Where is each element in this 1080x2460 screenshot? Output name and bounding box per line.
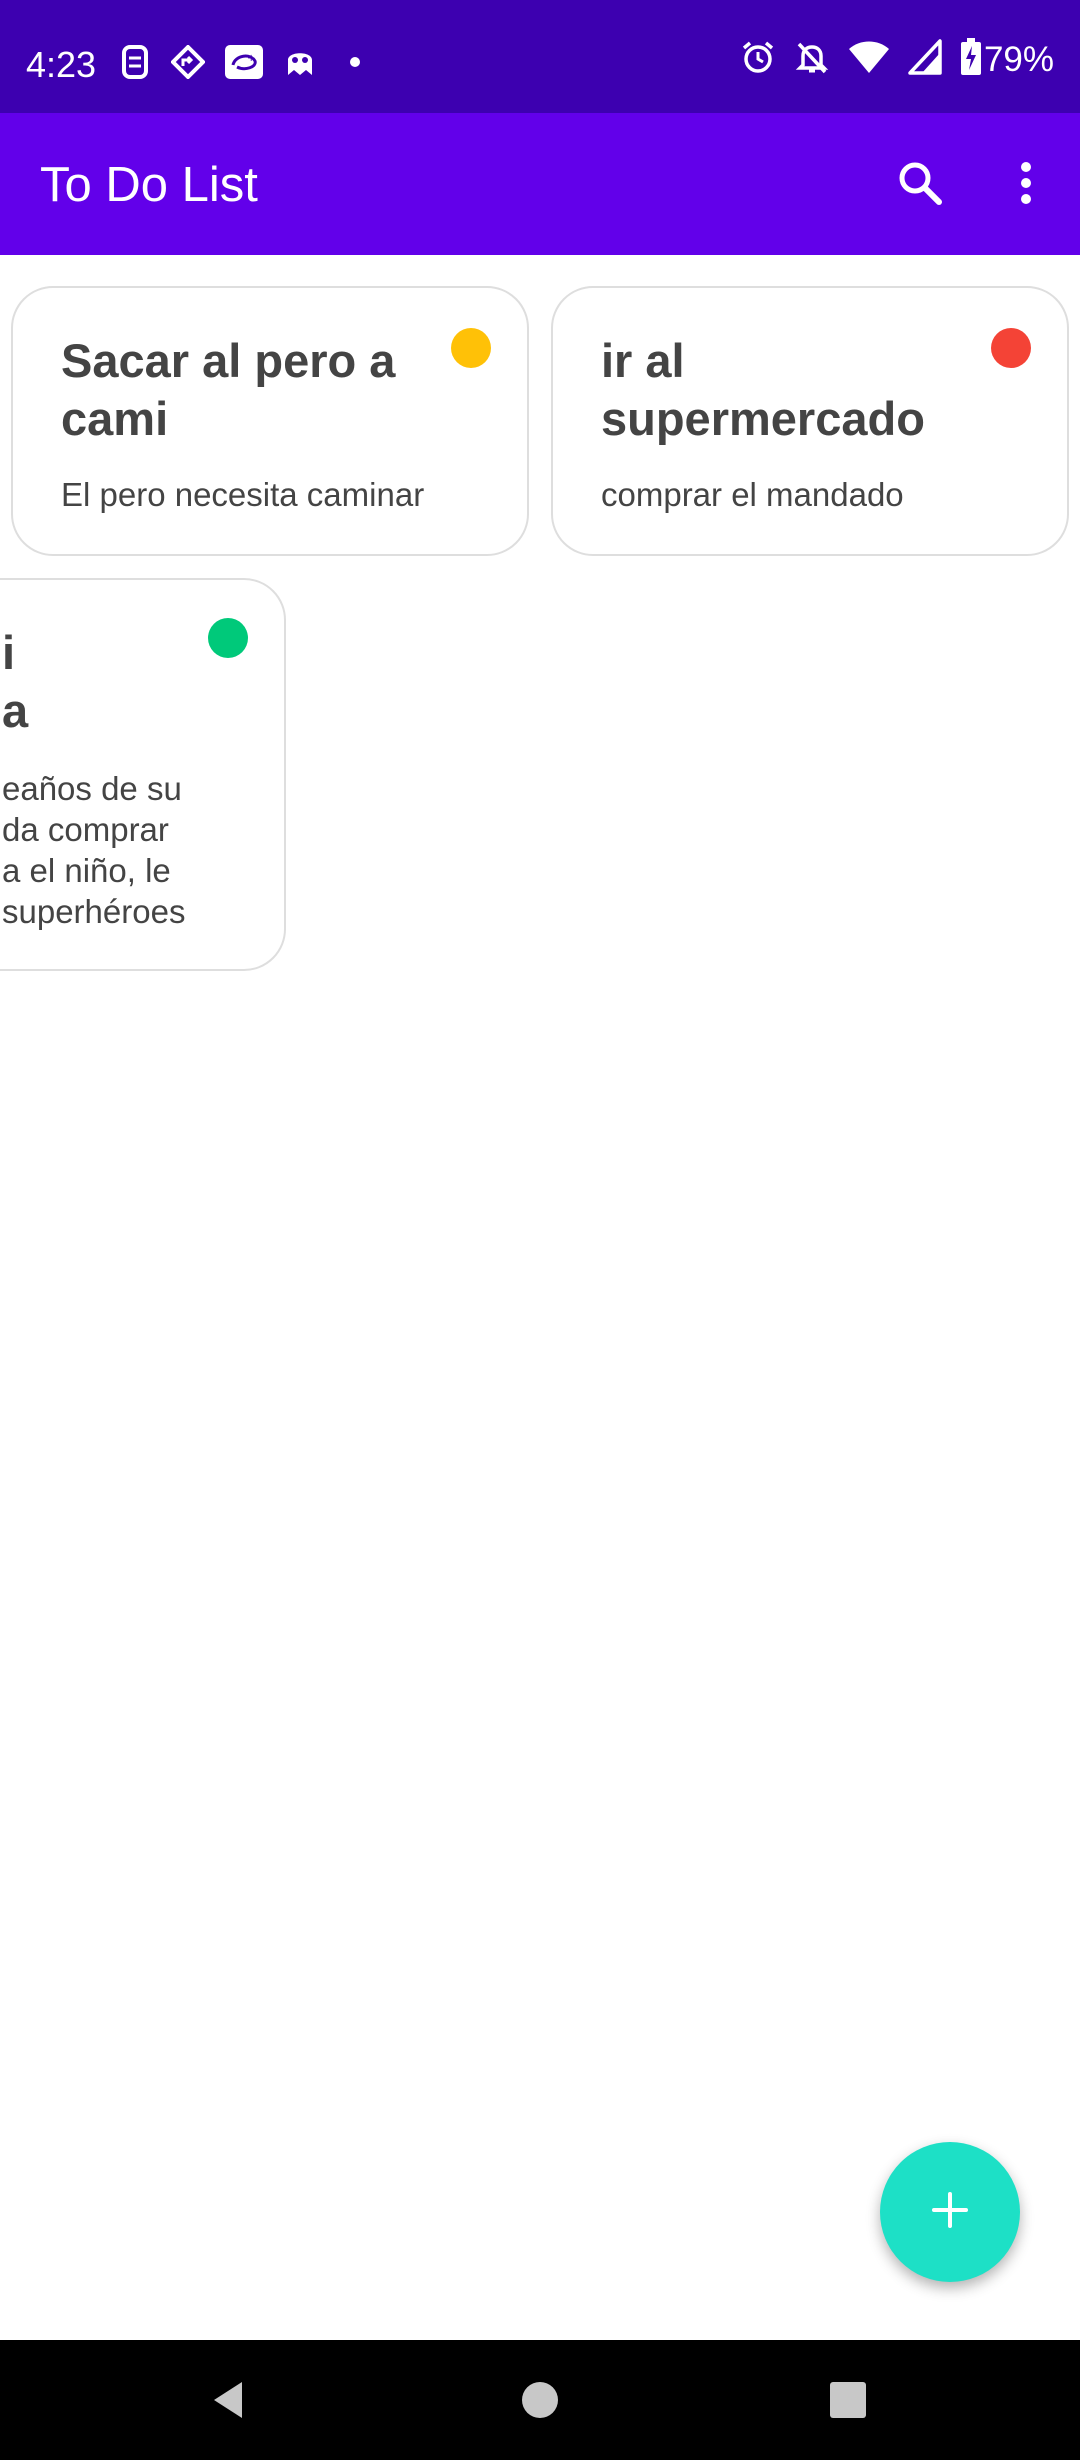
note-title: i a (2, 626, 29, 737)
priority-indicator (208, 618, 248, 658)
recents-icon[interactable] (812, 2364, 884, 2436)
note-card[interactable]: Sacar al pero a cami El pero necesita ca… (11, 286, 529, 556)
note-title: ir al supermercado (601, 334, 925, 445)
status-time: 4:23 (26, 44, 97, 85)
signal-icon (908, 39, 942, 80)
note-description: El pero necesita caminar (61, 476, 425, 513)
more-vert-icon[interactable] (990, 147, 1062, 219)
ghost-icon (282, 44, 318, 80)
navigation-bar (0, 2340, 1080, 2460)
add-note-button[interactable] (880, 2142, 1020, 2282)
back-icon[interactable] (192, 2364, 264, 2436)
note-description: eaños de su da comprar a el niño, le sup… (2, 770, 186, 930)
note-card[interactable]: i a eaños de su da comprar a el niño, le… (0, 578, 286, 971)
notifications-off-icon (794, 39, 830, 80)
note-description: comprar el mandado (601, 476, 904, 513)
home-icon[interactable] (504, 2364, 576, 2436)
alarm-icon (740, 39, 776, 80)
priority-indicator (991, 328, 1031, 368)
status-bar: 4:23 + 79% (0, 0, 1080, 113)
note-title: Sacar al pero a cami (61, 334, 396, 445)
maps-icon (170, 44, 206, 80)
wifi-icon (848, 39, 890, 80)
note-card[interactable]: ir al supermercado comprar el mandado (551, 286, 1069, 556)
battery-charging-icon (960, 38, 982, 81)
sim-icon (120, 44, 150, 80)
battery-percentage: 79% (983, 39, 1054, 79)
disney-plus-icon: + (224, 44, 264, 80)
app-title: To Do List (40, 158, 258, 212)
svg-text:+: + (247, 53, 255, 64)
app-bar: To Do List (0, 113, 1080, 255)
dot-icon (348, 44, 362, 80)
search-icon[interactable] (884, 147, 956, 219)
add-icon (930, 2190, 970, 2235)
priority-indicator (451, 328, 491, 368)
